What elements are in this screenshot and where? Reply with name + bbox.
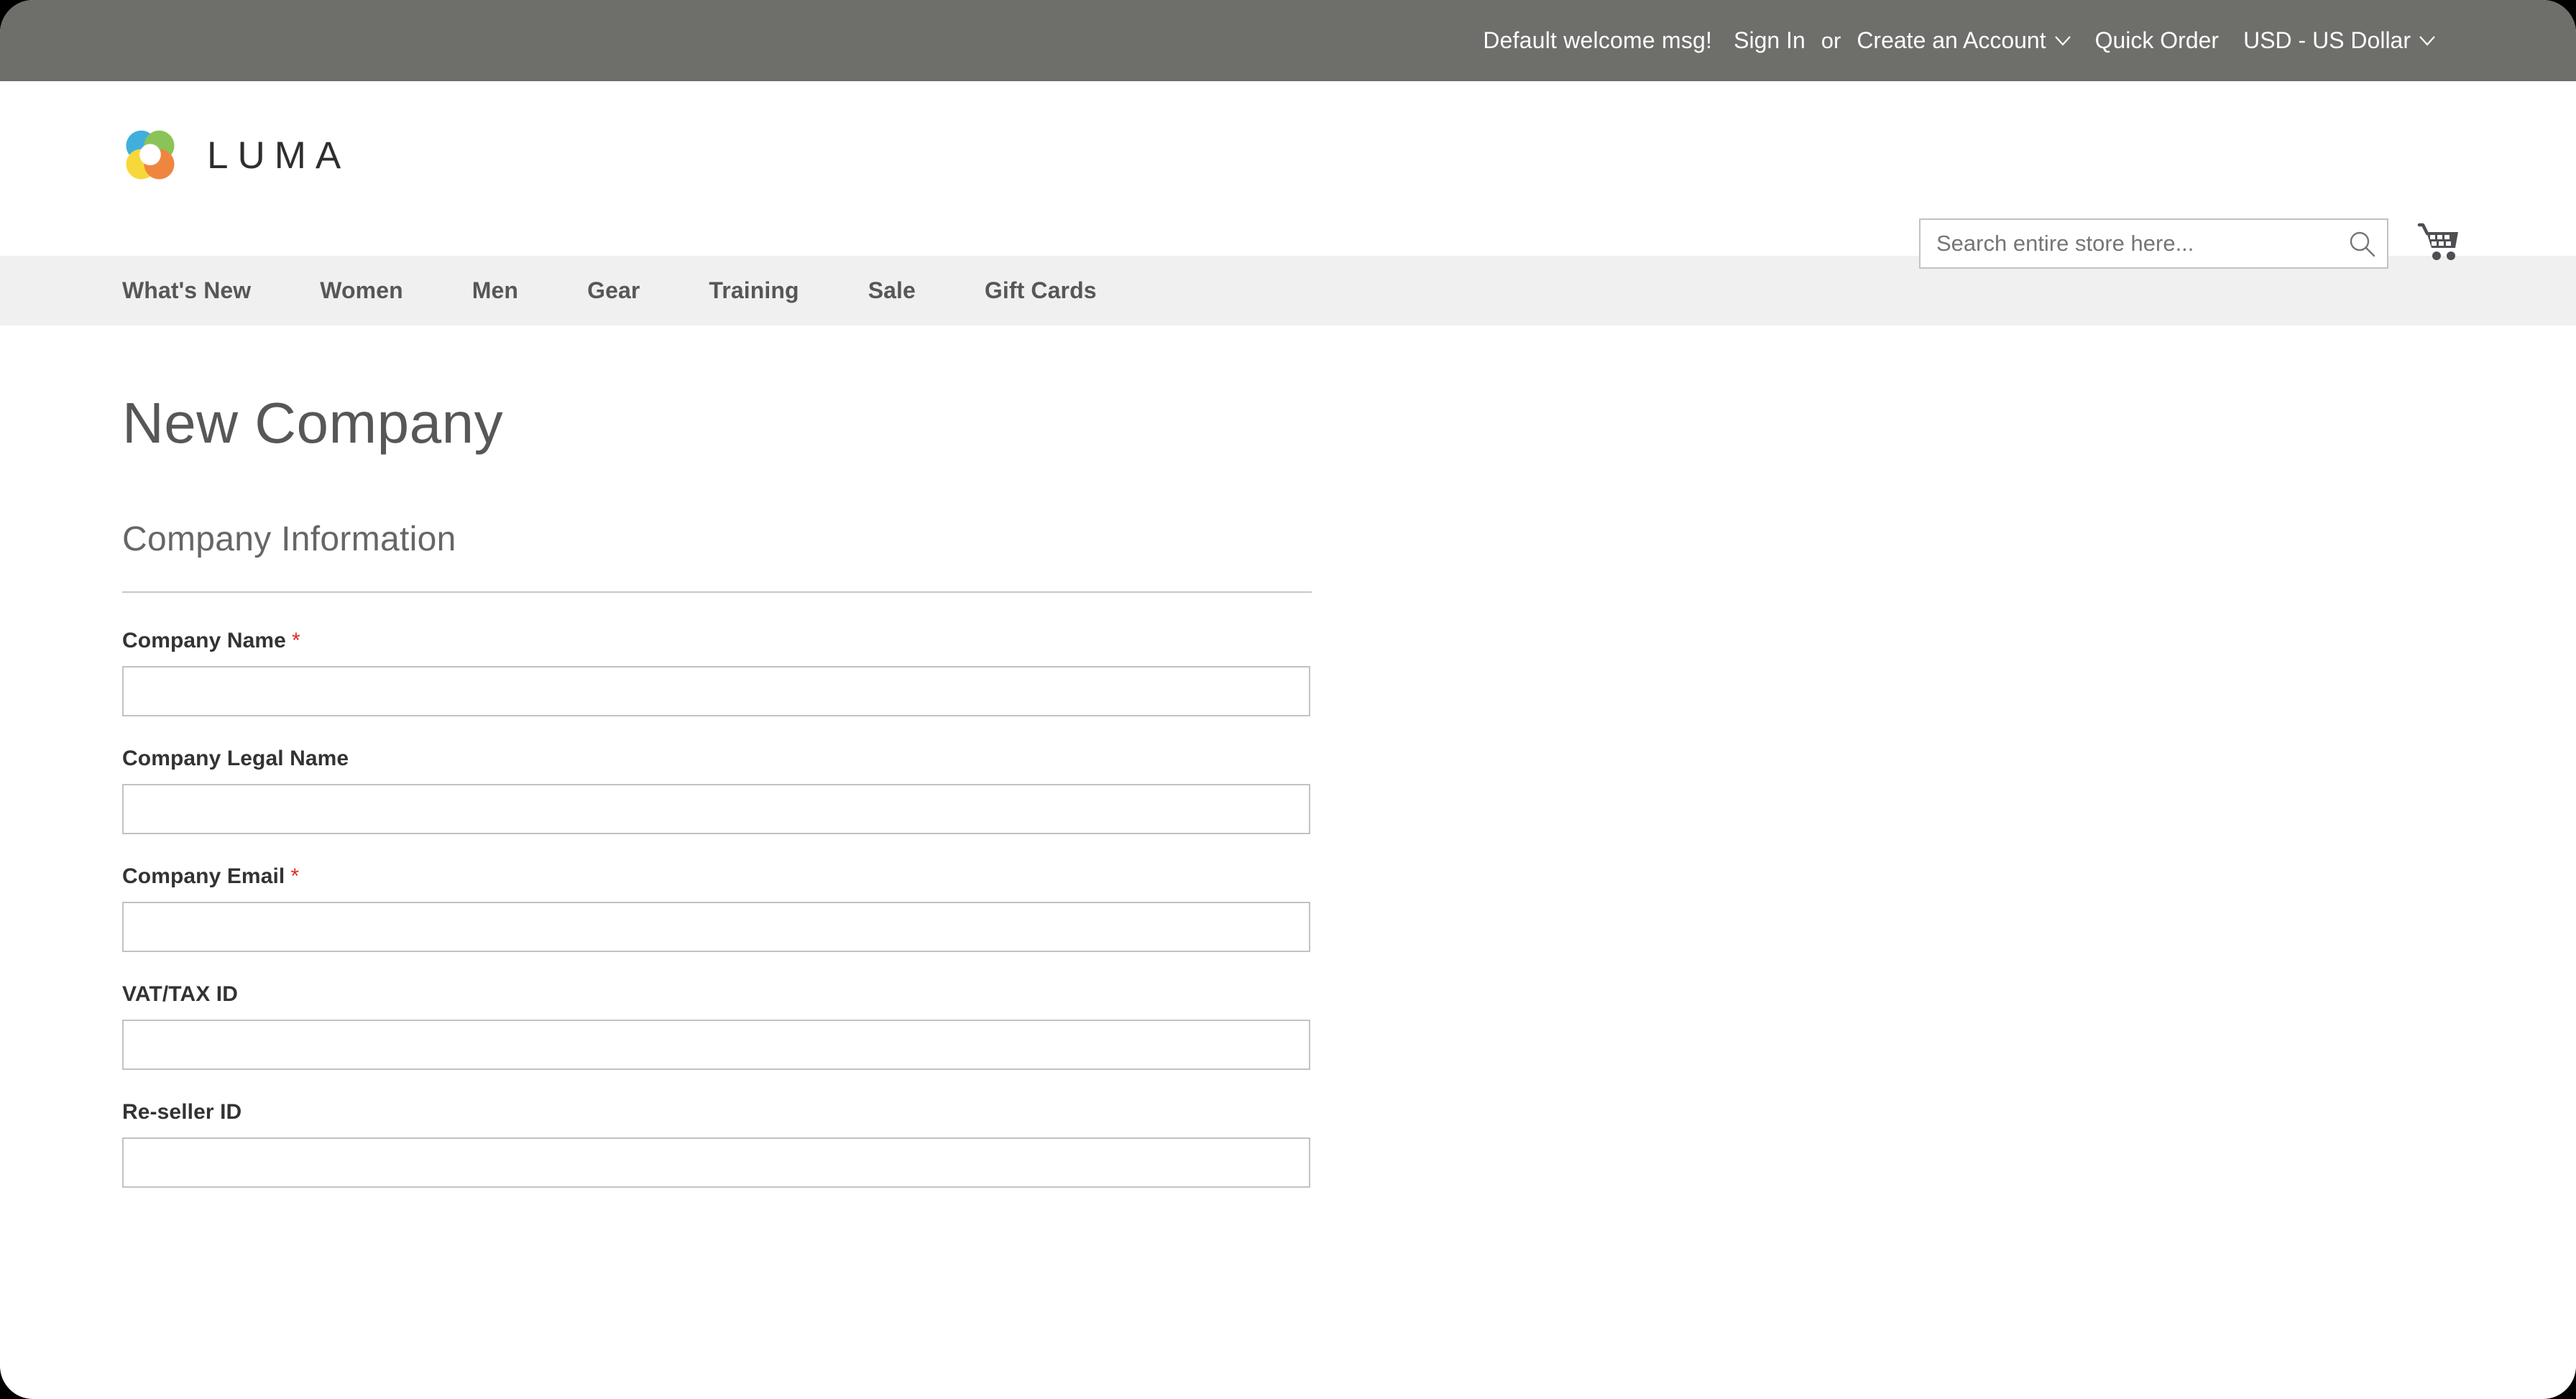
top-panel: Default welcome msg! Sign In or Create a… <box>0 0 2576 81</box>
label-text: Re-seller ID <box>122 1100 242 1124</box>
label-company-legal-name: Company Legal Name <box>122 747 2576 771</box>
nav-item-women[interactable]: Women <box>320 277 429 304</box>
field-re-seller-id: Re-seller ID <box>122 1100 2576 1188</box>
minicart-link[interactable] <box>2416 221 2464 267</box>
nav-item-men[interactable]: Men <box>472 277 545 304</box>
create-account-label: Create an Account <box>1857 27 2046 53</box>
label-text: Company Email <box>122 864 285 888</box>
search-button[interactable] <box>2347 228 2378 260</box>
welcome-message: Default welcome msg! <box>1483 27 1713 53</box>
legend-label: Company Information <box>122 520 456 558</box>
label-text: Company Legal Name <box>122 747 349 770</box>
currency-switcher[interactable]: USD - US Dollar <box>2243 27 2435 54</box>
shopping-cart-icon <box>2417 223 2458 260</box>
quick-order-link[interactable]: Quick Order <box>2095 27 2219 54</box>
input-company-legal-name[interactable] <box>122 784 1310 834</box>
page-title: New Company <box>122 391 504 455</box>
nav-item-sale[interactable]: Sale <box>868 277 942 304</box>
label-vat-tax-id: VAT/TAX ID <box>122 982 2576 1007</box>
input-company-email[interactable] <box>122 902 1310 952</box>
main-content: New Company Company Information Company … <box>0 392 2576 1188</box>
required-asterisk: * <box>290 864 300 888</box>
luma-logo-icon <box>126 130 175 180</box>
field-vat-tax-id: VAT/TAX ID <box>122 982 2576 1070</box>
label-text: Company Name <box>122 629 286 652</box>
currency-label: USD - US Dollar <box>2243 27 2411 53</box>
nav-item-training[interactable]: Training <box>709 277 825 304</box>
page-header: LUMA <box>0 81 2576 269</box>
site-logo[interactable]: LUMA <box>122 127 350 183</box>
field-company-email: Company Email * <box>122 864 2576 952</box>
input-company-name[interactable] <box>122 666 1310 716</box>
or-separator: or <box>1821 27 1841 53</box>
company-information-legend: Company Information <box>122 520 1312 593</box>
company-information-fieldset: Company Name * Company Legal Name Company… <box>122 629 2576 1188</box>
search-form <box>1919 218 2388 269</box>
nav-item-whats-new[interactable]: What's New <box>122 277 277 304</box>
label-company-email: Company Email * <box>122 864 2576 889</box>
sign-in-link[interactable]: Sign In <box>1734 27 1806 54</box>
field-company-name: Company Name * <box>122 629 2576 716</box>
search-icon <box>2350 231 2375 257</box>
label-re-seller-id: Re-seller ID <box>122 1100 2576 1125</box>
browser-page: Default welcome msg! Sign In or Create a… <box>0 0 2576 1399</box>
field-company-legal-name: Company Legal Name <box>122 747 2576 834</box>
create-account-link[interactable]: Create an Account <box>1857 27 2071 54</box>
chevron-down-icon <box>2419 36 2435 46</box>
label-text: VAT/TAX ID <box>122 982 238 1006</box>
logo-wordmark: LUMA <box>207 134 351 177</box>
nav-item-gear[interactable]: Gear <box>587 277 666 304</box>
nav-item-gift-cards[interactable]: Gift Cards <box>985 277 1123 304</box>
label-company-name: Company Name * <box>122 629 2576 653</box>
required-asterisk: * <box>291 629 300 652</box>
chevron-down-icon <box>2054 36 2071 46</box>
search-input[interactable] <box>1919 218 2388 269</box>
top-panel-links: Default welcome msg! Sign In or Create a… <box>1483 27 2435 54</box>
input-re-seller-id[interactable] <box>122 1137 1310 1188</box>
input-vat-tax-id[interactable] <box>122 1020 1310 1070</box>
